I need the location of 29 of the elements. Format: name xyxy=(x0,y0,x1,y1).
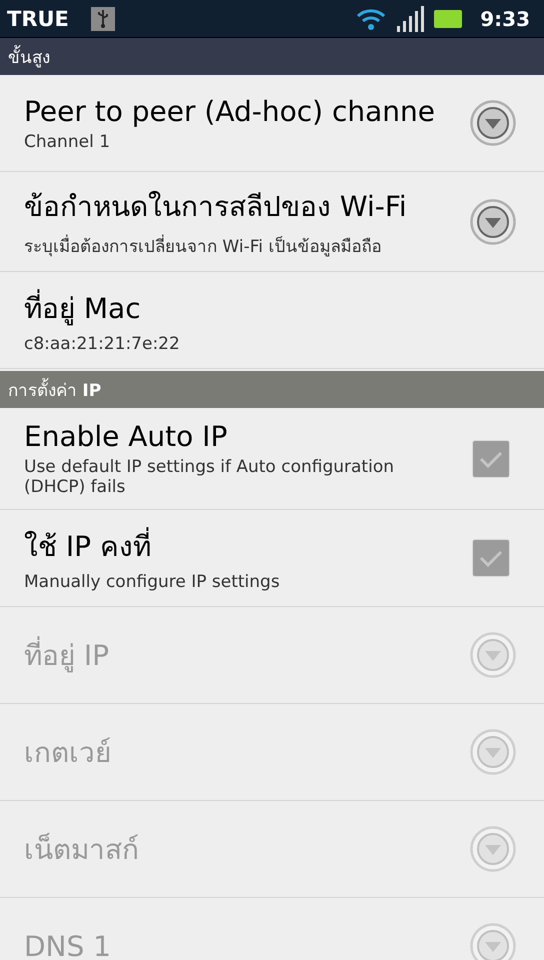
carrier-name: TRUE xyxy=(7,6,69,30)
battery-icon xyxy=(434,10,462,28)
usb-icon xyxy=(90,6,115,30)
item-title: DNS 1 xyxy=(24,930,111,960)
clock: 9:33 xyxy=(480,6,530,30)
item-title: เกตเวย์ xyxy=(24,735,111,771)
screen-title: ขั้นสูง xyxy=(8,43,50,70)
item-title: Peer to peer (Ad-hoc) channe xyxy=(24,94,435,128)
item-summary: Manually configure IP settings xyxy=(24,572,281,592)
checkbox[interactable] xyxy=(472,440,510,478)
item-title: เน็ตมาสก์ xyxy=(24,832,139,868)
settings-item[interactable]: Peer to peer (Ad-hoc) channe Channel 1 xyxy=(0,75,544,172)
item-summary: c8:aa:21:21:7e:22 xyxy=(24,334,181,354)
item-title: ข้อกำหนดในการสลีปของ Wi-Fi xyxy=(24,189,407,225)
wifi-icon xyxy=(356,6,386,30)
settings-item[interactable]: ที่อยู่ Mac c8:aa:21:21:7e:22 xyxy=(0,272,544,369)
signal-icon xyxy=(396,6,424,32)
item-title: Enable Auto IP xyxy=(24,420,228,453)
item-summary: Channel 1 xyxy=(24,132,112,152)
settings-item[interactable]: ข้อกำหนดในการสลีปของ Wi-Fi ระบุเมื่อต้องการเปลี่ยนจาก Wi-Fi เป็นข้อมูลมือถือ xyxy=(0,172,544,272)
item-title: ใช้ IP คงที่ xyxy=(24,524,151,568)
item-title: ที่อยู่ IP xyxy=(24,633,110,677)
settings-item[interactable]: ใช้ IP คงที่ Manually configure IP settings xyxy=(0,510,544,607)
item-summary: ระบุเมื่อต้องการเปลี่ยนจาก Wi-Fi เป็นข้อมูลมือถือ xyxy=(24,232,434,259)
item-summary: Use default IP settings if Auto configuration (DHCP) fails xyxy=(24,457,395,497)
item-title: ที่อยู่ Mac xyxy=(24,286,141,330)
settings-item[interactable]: Enable Auto IP Use default IP settings if Auto configuration (DHCP) fails xyxy=(0,408,544,510)
section-title: การตั้งค่า IP xyxy=(8,376,102,403)
checkbox[interactable] xyxy=(472,539,510,577)
